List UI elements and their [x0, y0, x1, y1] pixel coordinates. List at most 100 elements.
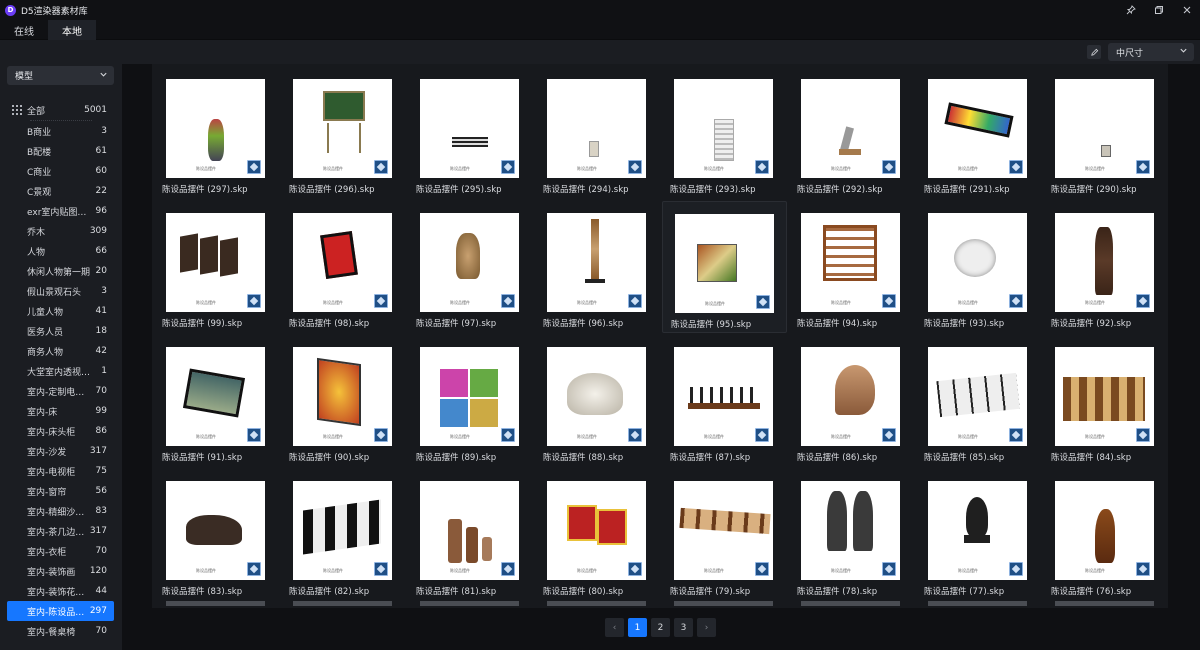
- asset-name: 陈设品摆件 (86).skp: [797, 453, 878, 463]
- sidebar-item[interactable]: 室内-陈设品摆件 297: [7, 601, 114, 621]
- asset-card[interactable]: 陈设品摆件 陈设品摆件 (295).skp: [408, 67, 533, 199]
- page-3-button[interactable]: 3: [674, 618, 693, 637]
- model-preview-shape: [835, 365, 875, 415]
- asset-card[interactable]: 陈设品摆件 陈设品摆件 (85).skp: [916, 335, 1041, 467]
- asset-card-partial[interactable]: [166, 601, 265, 606]
- asset-card-partial[interactable]: [293, 601, 392, 606]
- asset-card[interactable]: 陈设品摆件 陈设品摆件 (84).skp: [1043, 335, 1168, 467]
- next-page-button[interactable]: ›: [697, 618, 716, 637]
- asset-card[interactable]: 陈设品摆件 陈设品摆件 (81).skp: [408, 469, 533, 601]
- sidebar-item[interactable]: 人物 66: [0, 241, 122, 261]
- asset-card[interactable]: 陈设品摆件 陈设品摆件 (94).skp: [789, 201, 914, 333]
- sidebar-item-label: 室内-衣柜: [27, 547, 67, 558]
- sidebar-item-all[interactable]: 全部 5001: [0, 100, 122, 120]
- category-dropdown[interactable]: 模型: [7, 66, 114, 85]
- asset-thumbnail: 陈设品摆件: [928, 213, 1027, 312]
- thumbnail-watermark: 陈设品摆件: [577, 166, 597, 171]
- tab-local[interactable]: 本地: [48, 20, 96, 40]
- model-preview-shape: [448, 519, 462, 563]
- asset-card[interactable]: 陈设品摆件 陈设品摆件 (80).skp: [535, 469, 660, 601]
- sidebar-item[interactable]: exr室内贴图盒子...96: [0, 201, 122, 221]
- sidebar-item[interactable]: 室内-精细沙发组合83: [0, 501, 122, 521]
- asset-card[interactable]: 陈设品摆件 陈设品摆件 (92).skp: [1043, 201, 1168, 333]
- sidebar-item[interactable]: 儿童人物 41: [0, 301, 122, 321]
- asset-card[interactable]: 陈设品摆件 陈设品摆件 (90).skp: [281, 335, 406, 467]
- asset-card[interactable]: 陈设品摆件 陈设品摆件 (83).skp: [154, 469, 279, 601]
- sidebar-item[interactable]: C商业 60: [0, 161, 122, 181]
- sidebar-item[interactable]: 医务人员 18: [0, 321, 122, 341]
- asset-card-partial[interactable]: [674, 601, 773, 606]
- asset-card[interactable]: 陈设品摆件 陈设品摆件 (76).skp: [1043, 469, 1168, 601]
- asset-card[interactable]: 陈设品摆件 陈设品摆件 (89).skp: [408, 335, 533, 467]
- size-dropdown[interactable]: 中尺寸: [1108, 43, 1194, 61]
- asset-card[interactable]: 陈设品摆件 陈设品摆件 (91).skp: [154, 335, 279, 467]
- sidebar-item[interactable]: 室内-衣柜 70: [0, 541, 122, 561]
- asset-card[interactable]: 陈设品摆件 陈设品摆件 (77).skp: [916, 469, 1041, 601]
- prev-page-button[interactable]: ‹: [605, 618, 624, 637]
- asset-card[interactable]: 陈设品摆件 陈设品摆件 (292).skp: [789, 67, 914, 199]
- pin-icon[interactable]: [1124, 3, 1138, 17]
- sidebar-item[interactable]: 室内-床 99: [0, 401, 122, 421]
- sidebar-item-count: 44: [95, 586, 107, 596]
- sidebar-item[interactable]: 室内-餐桌椅 70: [0, 621, 122, 641]
- asset-card[interactable]: 陈设品摆件 陈设品摆件 (96).skp: [535, 201, 660, 333]
- thumbnail-watermark: 陈设品摆件: [1085, 166, 1105, 171]
- asset-card[interactable]: 陈设品摆件 陈设品摆件 (297).skp: [154, 67, 279, 199]
- sidebar-item-count: 1: [101, 366, 107, 376]
- model-preview-shape: [1063, 377, 1145, 421]
- asset-card-partial[interactable]: [420, 601, 519, 606]
- sidebar-item[interactable]: C景观 22: [0, 181, 122, 201]
- sidebar-item[interactable]: 乔木 309: [0, 221, 122, 241]
- restore-window-icon[interactable]: [1152, 3, 1166, 17]
- asset-card[interactable]: 陈设品摆件 陈设品摆件 (294).skp: [535, 67, 660, 199]
- sidebar-item[interactable]: 室内-窗帘 56: [0, 481, 122, 501]
- asset-card[interactable]: 陈设品摆件 陈设品摆件 (291).skp: [916, 67, 1041, 199]
- asset-card[interactable]: 陈设品摆件 陈设品摆件 (87).skp: [662, 335, 787, 467]
- asset-card[interactable]: 陈设品摆件 陈设品摆件 (99).skp: [154, 201, 279, 333]
- asset-card[interactable]: 陈设品摆件 陈设品摆件 (293).skp: [662, 67, 787, 199]
- asset-card[interactable]: 陈设品摆件 陈设品摆件 (82).skp: [281, 469, 406, 601]
- sidebar-item[interactable]: B配楼 61: [0, 141, 122, 161]
- sidebar-item[interactable]: 室内-定制电视柜 70: [0, 381, 122, 401]
- asset-card[interactable]: 陈设品摆件 陈设品摆件 (88).skp: [535, 335, 660, 467]
- asset-card[interactable]: 陈设品摆件 陈设品摆件 (95).skp: [662, 201, 787, 333]
- tab-online[interactable]: 在线: [0, 20, 48, 40]
- sidebar-item[interactable]: 大堂室内透视盒子 1: [0, 361, 122, 381]
- asset-card[interactable]: 陈设品摆件 陈设品摆件 (296).skp: [281, 67, 406, 199]
- asset-card[interactable]: 陈设品摆件 陈设品摆件 (86).skp: [789, 335, 914, 467]
- page-1-button[interactable]: 1: [628, 618, 647, 637]
- vertical-scrollbar[interactable]: [1172, 64, 1194, 608]
- sidebar-item[interactable]: 室内-装饰画 120: [0, 561, 122, 581]
- asset-card[interactable]: 陈设品摆件 陈设品摆件 (98).skp: [281, 201, 406, 333]
- asset-name: 陈设品摆件 (91).skp: [162, 453, 243, 463]
- sidebar-item[interactable]: 商务人物 42: [0, 341, 122, 361]
- edit-pen-icon[interactable]: [1087, 45, 1101, 59]
- asset-card-partial[interactable]: [547, 601, 646, 606]
- asset-card-partial[interactable]: [1055, 601, 1154, 606]
- sketchup-file-icon: [247, 428, 261, 442]
- asset-card[interactable]: 陈设品摆件 陈设品摆件 (78).skp: [789, 469, 914, 601]
- sidebar-item[interactable]: 休闲人物第一期 20: [0, 261, 122, 281]
- close-window-icon[interactable]: [1180, 3, 1194, 17]
- asset-name: 陈设品摆件 (96).skp: [543, 319, 624, 329]
- asset-card[interactable]: 陈设品摆件 陈设品摆件 (79).skp: [662, 469, 787, 601]
- asset-card[interactable]: 陈设品摆件 陈设品摆件 (93).skp: [916, 201, 1041, 333]
- sidebar-item[interactable]: 室内-茶几边机角几317: [0, 521, 122, 541]
- model-preview-shape: [180, 233, 198, 273]
- asset-card-partial[interactable]: [928, 601, 1027, 606]
- asset-thumbnail: 陈设品摆件: [675, 214, 774, 313]
- sidebar-item[interactable]: 假山景观石头 3: [0, 281, 122, 301]
- asset-card-partial[interactable]: [801, 601, 900, 606]
- asset-grid-scroll-area[interactable]: 陈设品摆件 陈设品摆件 (297).skp 陈设品摆件 陈设品摆件 (296).skp…: [152, 64, 1168, 608]
- asset-card[interactable]: 陈设品摆件 陈设品摆件 (290).skp: [1043, 67, 1168, 199]
- page-2-button[interactable]: 2: [651, 618, 670, 637]
- sidebar-item-count: 3: [101, 286, 107, 296]
- sidebar-item[interactable]: 室内-装饰花瓶摆件44: [0, 581, 122, 601]
- thumbnail-watermark: 陈设品摆件: [577, 434, 597, 439]
- sidebar-item[interactable]: B商业 3: [0, 121, 122, 141]
- model-preview-shape: [567, 505, 597, 541]
- asset-card[interactable]: 陈设品摆件 陈设品摆件 (97).skp: [408, 201, 533, 333]
- sidebar-item[interactable]: 室内-电视柜 75: [0, 461, 122, 481]
- sidebar-item[interactable]: 室内-床头柜 86: [0, 421, 122, 441]
- sidebar-item[interactable]: 室内-沙发 317: [0, 441, 122, 461]
